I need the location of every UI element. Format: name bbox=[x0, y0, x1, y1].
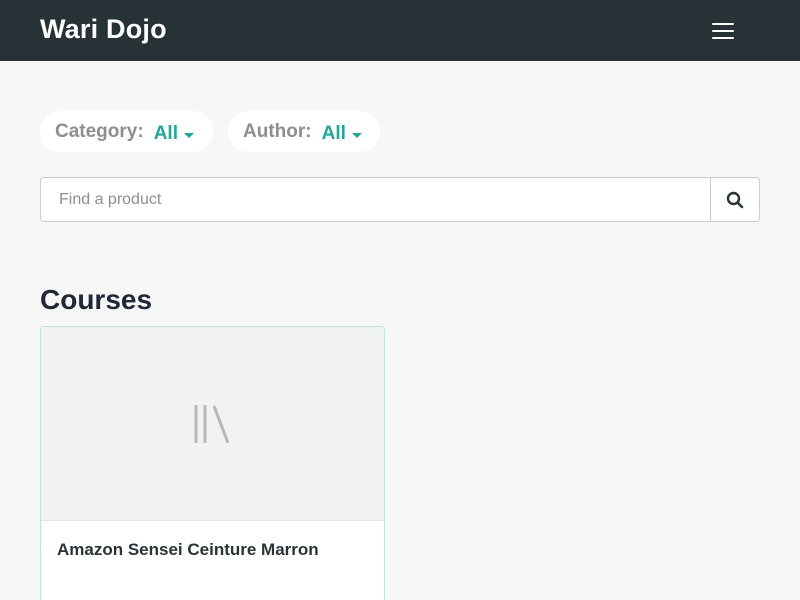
author-filter-label: Author: bbox=[243, 120, 312, 142]
section-title-courses: Courses bbox=[40, 284, 153, 315]
caret-down-icon bbox=[183, 132, 194, 138]
author-filter[interactable]: Author: All bbox=[228, 111, 380, 152]
course-card-title[interactable]: Amazon Sensei Ceinture Marron bbox=[57, 540, 372, 560]
library-books-icon bbox=[194, 404, 229, 444]
category-filter-value: All bbox=[153, 122, 178, 144]
brand-logo[interactable]: Wari Dojo bbox=[40, 14, 167, 45]
author-filter-value: All bbox=[321, 122, 346, 144]
category-filter[interactable]: Category: All bbox=[40, 111, 213, 152]
search-input[interactable] bbox=[40, 177, 711, 222]
hamburger-menu-icon[interactable] bbox=[708, 20, 738, 42]
search-icon bbox=[726, 191, 744, 208]
course-image-placeholder bbox=[41, 327, 384, 521]
author-filter-dropdown[interactable]: All bbox=[322, 123, 362, 145]
hamburger-line bbox=[712, 37, 734, 39]
hamburger-line bbox=[712, 30, 734, 32]
category-filter-dropdown[interactable]: All bbox=[154, 123, 194, 145]
caret-down-icon bbox=[351, 132, 362, 138]
category-filter-label: Category: bbox=[55, 120, 144, 142]
course-card[interactable]: Amazon Sensei Ceinture Marron bbox=[40, 326, 385, 600]
search-button[interactable] bbox=[710, 177, 760, 222]
top-navbar: Wari Dojo bbox=[0, 0, 800, 61]
hamburger-line bbox=[712, 23, 734, 25]
